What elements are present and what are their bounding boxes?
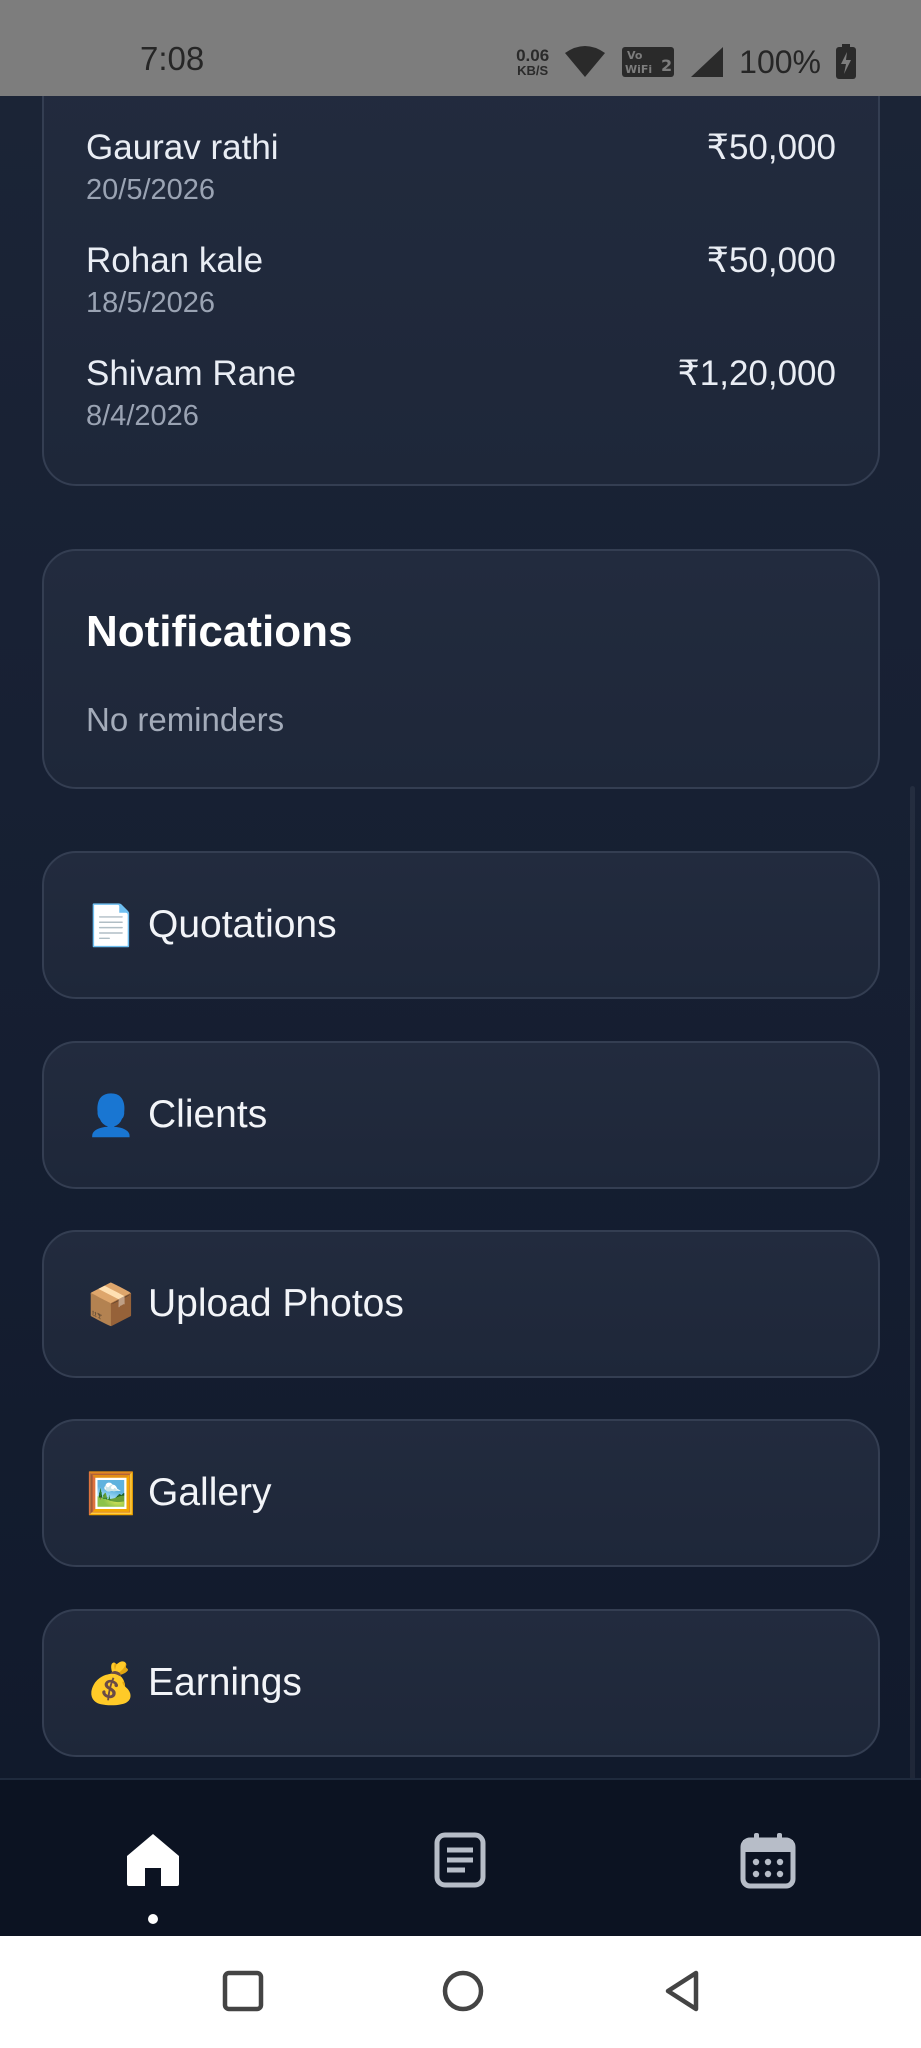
battery-charging-icon bbox=[836, 44, 856, 79]
bottom-nav bbox=[0, 1778, 921, 1936]
notifications-empty-text: No reminders bbox=[86, 701, 285, 738]
payment-client-name: Shivam Rane bbox=[86, 354, 297, 393]
payment-date: 8/4/2026 bbox=[86, 400, 199, 432]
menu-label: Earnings bbox=[148, 1661, 302, 1704]
home-icon bbox=[127, 1834, 179, 1886]
network-speed: 0.06 KB/S bbox=[516, 47, 549, 77]
scrollbar[interactable] bbox=[910, 786, 915, 1778]
nav-home-button[interactable] bbox=[123, 1830, 183, 1890]
payment-client-name: Rohan kale bbox=[86, 241, 264, 280]
wifi-icon bbox=[565, 46, 606, 77]
payment-amount: ₹50,000 bbox=[706, 241, 836, 280]
signal-icon bbox=[691, 47, 724, 77]
recent-payments-card: Gaurav rathi 20/5/2026 ₹50,000 Rohan kal… bbox=[42, 96, 880, 486]
notifications-card: Notifications No reminders bbox=[42, 549, 880, 789]
package-icon: 📦 bbox=[86, 1282, 136, 1327]
vowifi-icon: Vo WiFi 2 bbox=[622, 47, 675, 77]
payment-row[interactable]: Rohan kale 18/5/2026 ₹50,000 bbox=[86, 241, 836, 341]
network-speed-unit: KB/S bbox=[517, 63, 549, 78]
menu-label: Upload Photos bbox=[148, 1282, 404, 1325]
quotations-button[interactable]: 📄 Quotations bbox=[42, 851, 880, 999]
back-triangle-icon bbox=[665, 1970, 699, 2012]
payment-client-name: Gaurav rathi bbox=[86, 128, 279, 167]
system-nav-bar bbox=[0, 1936, 921, 2048]
main-content[interactable]: Gaurav rathi 20/5/2026 ₹50,000 Rohan kal… bbox=[0, 96, 921, 1778]
payment-date: 18/5/2026 bbox=[86, 287, 216, 319]
menu-label: Gallery bbox=[148, 1471, 272, 1514]
nav-list-button[interactable] bbox=[430, 1830, 490, 1890]
payment-amount: ₹50,000 bbox=[706, 128, 836, 167]
list-icon bbox=[434, 1832, 486, 1888]
battery-percent: 100% bbox=[739, 43, 821, 80]
calendar-icon bbox=[740, 1833, 796, 1889]
payment-row[interactable]: Gaurav rathi 20/5/2026 ₹50,000 bbox=[86, 128, 836, 228]
status-time: 7:08 bbox=[140, 40, 205, 77]
clients-button[interactable]: 👤 Clients bbox=[42, 1041, 880, 1189]
menu-label: Clients bbox=[148, 1093, 268, 1136]
picture-icon: 🖼️ bbox=[86, 1471, 136, 1516]
document-icon: 📄 bbox=[86, 903, 136, 948]
money-bag-icon: 💰 bbox=[86, 1661, 136, 1706]
svg-text:2: 2 bbox=[661, 56, 672, 75]
menu-label: Quotations bbox=[148, 903, 337, 946]
home-system-button[interactable] bbox=[438, 1966, 488, 2016]
payment-amount: ₹1,20,000 bbox=[677, 354, 836, 393]
circle-icon bbox=[442, 1970, 484, 2012]
gallery-button[interactable]: 🖼️ Gallery bbox=[42, 1419, 880, 1567]
payment-row[interactable]: Shivam Rane 8/4/2026 ₹1,20,000 bbox=[86, 354, 836, 454]
svg-text:Vo: Vo bbox=[627, 49, 643, 62]
svg-text:WiFi: WiFi bbox=[625, 63, 652, 76]
nav-calendar-button[interactable] bbox=[738, 1830, 798, 1890]
square-icon bbox=[222, 1970, 264, 2012]
status-icons: 0.06 KB/S Vo WiFi 2 100% bbox=[516, 38, 857, 86]
back-button[interactable] bbox=[658, 1966, 708, 2016]
recents-button[interactable] bbox=[218, 1966, 268, 2016]
earnings-button[interactable]: 💰 Earnings bbox=[42, 1609, 880, 1757]
payment-date: 20/5/2026 bbox=[86, 174, 216, 206]
active-indicator bbox=[148, 1914, 158, 1924]
status-bar: 7:08 0.06 KB/S Vo WiFi 2 100% bbox=[0, 0, 921, 96]
upload-photos-button[interactable]: 📦 Upload Photos bbox=[42, 1230, 880, 1378]
network-speed-value: 0.06 bbox=[516, 46, 550, 65]
user-icon: 👤 bbox=[86, 1093, 136, 1138]
notifications-title: Notifications bbox=[86, 607, 353, 656]
